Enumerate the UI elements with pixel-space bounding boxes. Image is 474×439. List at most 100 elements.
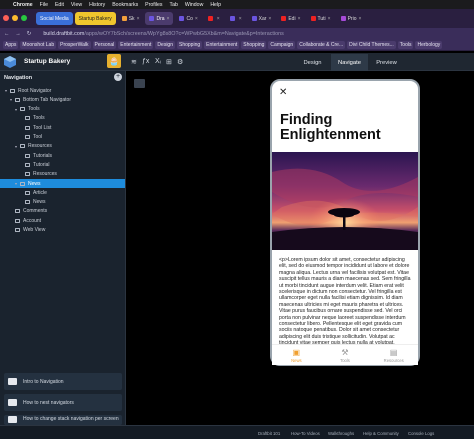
tree-item-root-navigator[interactable]: ▾ Root Navigator bbox=[0, 86, 125, 95]
article-body: <p>Lorem ipsum dolor sit amet, consectet… bbox=[279, 257, 411, 346]
settings-icon[interactable]: ⚙ bbox=[177, 58, 183, 66]
close-window-icon[interactable] bbox=[3, 15, 9, 21]
menu-file[interactable]: File bbox=[40, 2, 48, 8]
tree-item-tools[interactable]: ▾ Tools bbox=[0, 105, 125, 114]
menu-history[interactable]: History bbox=[89, 2, 105, 8]
menu-help[interactable]: Help bbox=[210, 2, 221, 8]
variables-icon[interactable]: Xᵢ bbox=[155, 58, 161, 65]
tab-navigate[interactable]: Navigate bbox=[331, 54, 368, 71]
function-icon[interactable]: ƒx bbox=[142, 58, 149, 65]
browser-tab[interactable]: Edi × bbox=[277, 12, 304, 25]
tree-item-news[interactable]: ▾ News bbox=[0, 179, 125, 188]
tree-item-article[interactable]: Article bbox=[0, 188, 125, 197]
tab-close-icon[interactable]: × bbox=[217, 16, 220, 22]
minimize-window-icon[interactable] bbox=[12, 15, 18, 21]
tab-close-icon[interactable]: × bbox=[298, 16, 301, 22]
footer-link-console-logs[interactable]: Console Logs bbox=[408, 431, 434, 436]
bookmark-item[interactable]: ProsperWalk bbox=[58, 41, 91, 49]
browser-tab[interactable]: Co × bbox=[175, 12, 201, 25]
tab-close-icon[interactable]: × bbox=[328, 16, 331, 22]
tree-item-tutorials[interactable]: Tutorials bbox=[0, 151, 125, 160]
bookmark-item[interactable]: Collaborate & Cre... bbox=[297, 41, 346, 49]
footer-link-draftbit-101[interactable]: Draftbit 101 bbox=[258, 431, 280, 436]
tree-item-tutorial[interactable]: Tutorial bbox=[0, 160, 125, 169]
tree-item-resources[interactable]: ▾ Resources bbox=[0, 142, 125, 151]
browser-tab[interactable]: Tuti × bbox=[307, 12, 335, 25]
bookmark-item[interactable]: Entertainment bbox=[204, 41, 240, 49]
url-field[interactable]: build.draftbit.com/apps/wOY7bSch/screens… bbox=[43, 31, 283, 37]
tab-design[interactable]: Design bbox=[294, 54, 331, 71]
app-avatar[interactable]: 🧁 bbox=[107, 54, 121, 68]
browser-tab[interactable]: Prio × bbox=[337, 12, 366, 25]
bookmark-item[interactable]: Personal bbox=[92, 41, 117, 49]
browser-tab[interactable]: Dra × bbox=[145, 12, 174, 25]
tree-item-news[interactable]: News bbox=[0, 198, 125, 207]
bookmark-item[interactable]: Entertainment bbox=[118, 41, 154, 49]
app-footer: Draftbit 101 How-To Videos Walkthroughs … bbox=[0, 425, 474, 439]
reload-icon[interactable]: ↻ bbox=[27, 31, 32, 37]
tutorial-card-nest[interactable]: How to nest navigators bbox=[4, 394, 122, 411]
bookmark-item[interactable]: Design bbox=[155, 41, 175, 49]
tree-item-comments[interactable]: Comments bbox=[0, 207, 125, 216]
tree-item-account[interactable]: Account bbox=[0, 216, 125, 225]
tutorial-card-intro[interactable]: Intro to Navigation bbox=[4, 373, 122, 390]
tree-item-web-view[interactable]: Web View bbox=[0, 226, 125, 235]
tab-close-icon[interactable]: × bbox=[167, 16, 170, 22]
browser-tab[interactable]: Xar × bbox=[248, 12, 276, 25]
bookmark-item[interactable]: Divi Child Themes... bbox=[347, 41, 396, 49]
browser-tab[interactable]: × bbox=[204, 12, 224, 25]
menu-chrome[interactable]: Chrome bbox=[13, 2, 33, 8]
bookmark-item[interactable]: Apps bbox=[3, 41, 19, 49]
back-icon[interactable]: ← bbox=[4, 31, 9, 37]
tab-preview[interactable]: Preview bbox=[368, 54, 405, 71]
menu-edit[interactable]: Edit bbox=[55, 2, 64, 8]
screen-icon bbox=[25, 116, 30, 121]
tab-favicon-icon bbox=[179, 16, 185, 21]
menu-bookmarks[interactable]: Bookmarks bbox=[112, 2, 138, 8]
device-toggle-icon[interactable] bbox=[134, 79, 145, 88]
draftbit-logo-icon[interactable] bbox=[4, 56, 16, 68]
bookmark-item[interactable]: Moonshot Lab bbox=[20, 41, 57, 49]
bookmark-item[interactable]: Tools bbox=[397, 41, 414, 49]
browser-tab[interactable]: Sk × bbox=[118, 12, 144, 25]
bookmark-item[interactable]: Campaign bbox=[268, 41, 296, 49]
tab-close-icon[interactable]: × bbox=[195, 16, 198, 22]
footer-link-how-to-videos[interactable]: How-To Videos bbox=[291, 431, 320, 436]
menu-view[interactable]: View bbox=[71, 2, 82, 8]
app-name[interactable]: Startup Bakery bbox=[24, 58, 70, 65]
add-navigator-button[interactable]: + bbox=[114, 73, 122, 81]
browser-tab[interactable]: × bbox=[226, 12, 246, 25]
tab-close-icon[interactable]: × bbox=[137, 16, 140, 22]
browser-tab[interactable]: Social Media bbox=[36, 12, 73, 25]
menu-profiles[interactable]: Profiles bbox=[145, 2, 162, 8]
tutorial-card-stack[interactable]: How to change stack navigation per scree… bbox=[4, 415, 122, 425]
tree-item-tools[interactable]: Tools bbox=[0, 114, 125, 123]
url-host: build.draftbit.com bbox=[43, 31, 85, 37]
tree-item-resources[interactable]: Resources bbox=[0, 170, 125, 179]
tab-close-icon[interactable]: × bbox=[358, 16, 361, 22]
tree-item-tool-list[interactable]: Tool List bbox=[0, 123, 125, 132]
bottom-tab-resources[interactable]: ▤ Resources bbox=[369, 345, 418, 365]
bookmark-item[interactable]: Herbology bbox=[415, 41, 443, 49]
menu-window[interactable]: Window bbox=[185, 2, 203, 8]
tree-item-label: Tools bbox=[33, 115, 45, 122]
menu-tab[interactable]: Tab bbox=[169, 2, 177, 8]
footer-link-walkthroughs[interactable]: Walkthroughs bbox=[328, 431, 354, 436]
tree-item-label: Comments bbox=[23, 208, 48, 215]
browser-tab[interactable]: Startup Bakery bbox=[74, 12, 116, 25]
bottom-tab-tools[interactable]: ⚒ Tools bbox=[321, 345, 370, 365]
footer-link-help-community[interactable]: Help & Community bbox=[363, 431, 399, 436]
close-icon[interactable]: ✕ bbox=[279, 87, 287, 98]
bookmark-item[interactable]: Shopping bbox=[241, 41, 267, 49]
forward-icon[interactable]: → bbox=[15, 31, 20, 37]
tab-close-icon[interactable]: × bbox=[239, 16, 242, 22]
layers-icon[interactable]: ≋ bbox=[131, 58, 137, 66]
bottom-tab-news[interactable]: ▣ News bbox=[272, 345, 321, 365]
tree-item-tool[interactable]: Tool bbox=[0, 133, 125, 142]
tab-close-icon[interactable]: × bbox=[268, 16, 271, 22]
zoom-window-icon[interactable] bbox=[21, 15, 27, 21]
url-path: /apps/wOY7bSch/screens/WpYg8s8O?c=WPwbG5… bbox=[84, 31, 284, 37]
data-icon[interactable]: ⊞ bbox=[166, 58, 172, 66]
tree-item-bottom-tab-navigator[interactable]: ▾ Bottom Tab Navigator bbox=[0, 95, 125, 104]
bookmark-item[interactable]: Shopping bbox=[177, 41, 203, 49]
